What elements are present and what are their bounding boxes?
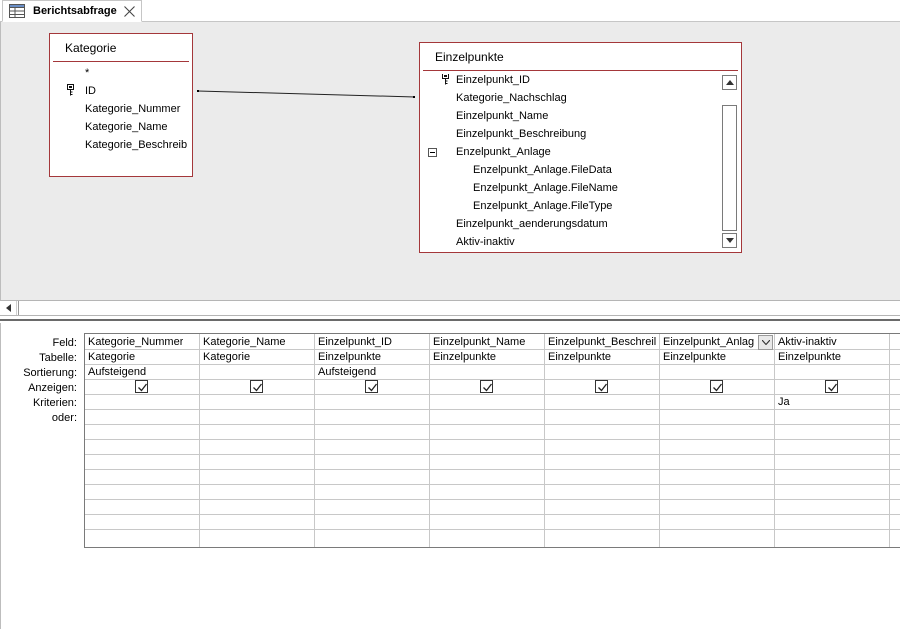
field-id[interactable]: ID xyxy=(85,85,96,97)
checkmark-icon xyxy=(368,383,378,392)
grid-column-4[interactable]: Einzelpunkt_Name Einzelpunkte xyxy=(430,334,545,547)
field-enzelpunkt-anlage[interactable]: Enzelpunkt_Anlage xyxy=(456,146,551,158)
field-list-kategorie[interactable]: Kategorie * ID Kategorie_Nummer Kategori… xyxy=(49,33,193,177)
close-icon[interactable] xyxy=(124,6,135,20)
table-design-pane[interactable]: Kategorie * ID Kategorie_Nummer Kategori… xyxy=(0,22,900,300)
field-list-title[interactable]: Einzelpunkte xyxy=(423,43,738,71)
field-all-columns[interactable]: * xyxy=(85,67,89,79)
grid-column-1[interactable]: Kategorie_Nummer Kategorie Aufsteigend xyxy=(85,334,200,547)
checkmark-icon xyxy=(598,383,608,392)
cell-table[interactable]: Einzelpunkte xyxy=(778,351,841,363)
show-checkbox[interactable] xyxy=(135,380,148,393)
document-tab-bar: Berichtsabfrage xyxy=(0,0,900,22)
query-design-grid-pane: Feld: Tabelle: Sortierung: Anzeigen: Kri… xyxy=(0,323,900,629)
field-kategorie-nachschlag[interactable]: Kategorie_Nachschlag xyxy=(456,92,567,104)
chevron-left-icon xyxy=(6,304,11,312)
field-kategorie-nummer[interactable]: Kategorie_Nummer xyxy=(85,103,180,115)
cell-field[interactable]: Einzelpunkt_ID xyxy=(318,336,392,348)
row-label-sortierung: Sortierung: xyxy=(23,367,77,379)
show-checkbox[interactable] xyxy=(595,380,608,393)
row-label-anzeigen: Anzeigen: xyxy=(28,382,77,394)
key-icon xyxy=(67,84,74,99)
grid-column-5[interactable]: Einzelpunkt_Beschreil Einzelpunkte xyxy=(545,334,660,547)
cell-table[interactable]: Einzelpunkte xyxy=(318,351,381,363)
row-label-oder: oder: xyxy=(51,412,77,424)
field-einzelpunkt-aenderungsdatum[interactable]: Einzelpunkt_aenderungsdatum xyxy=(456,218,608,230)
field-list-einzelpunkte[interactable]: Einzelpunkte Einzelpunkt_ID Kategorie_Na… xyxy=(419,42,742,253)
chevron-up-icon xyxy=(726,80,734,85)
field-einzelpunkt-beschreibung[interactable]: Einzelpunkt_Beschreibung xyxy=(456,128,586,140)
scroll-left-button[interactable] xyxy=(1,301,17,315)
grid-column-3[interactable]: Einzelpunkt_ID Einzelpunkte Aufsteigend xyxy=(315,334,430,547)
cell-table[interactable]: Einzelpunkte xyxy=(433,351,496,363)
scroll-thumb[interactable] xyxy=(722,105,737,231)
show-checkbox[interactable] xyxy=(365,380,378,393)
pane-splitter[interactable] xyxy=(0,316,900,321)
show-checkbox[interactable] xyxy=(825,380,838,393)
cell-table[interactable]: Kategorie xyxy=(88,351,135,363)
show-checkbox[interactable] xyxy=(710,380,723,393)
row-label-kriterien: Kriterien: xyxy=(32,397,77,409)
scroll-track[interactable] xyxy=(18,301,900,315)
field-list-scrollbar[interactable] xyxy=(722,75,739,249)
scroll-down-button[interactable] xyxy=(722,233,737,248)
query-design-grid[interactable]: Kategorie_Nummer Kategorie Aufsteigend K… xyxy=(84,333,900,548)
cell-table[interactable]: Kategorie xyxy=(203,351,250,363)
field-kategorie-beschreibung[interactable]: Kategorie_Beschreib xyxy=(85,139,187,151)
chevron-down-icon xyxy=(726,238,734,243)
checkmark-icon xyxy=(713,383,723,392)
chevron-down-icon xyxy=(762,340,770,345)
cell-field[interactable]: Kategorie_Name xyxy=(203,336,286,348)
field-einzelpunkt-id[interactable]: Einzelpunkt_ID xyxy=(456,74,530,86)
grid-column-empty[interactable] xyxy=(890,334,900,547)
cell-table[interactable]: Einzelpunkte xyxy=(548,351,611,363)
checkmark-icon xyxy=(138,383,148,392)
cell-criteria[interactable]: Ja xyxy=(778,396,790,408)
scroll-up-button[interactable] xyxy=(722,75,737,90)
cell-field[interactable]: Einzelpunkt_Anlag xyxy=(663,336,757,348)
field-anlage-filename[interactable]: Enzelpunkt_Anlage.FileName xyxy=(473,182,618,194)
cell-field[interactable]: Einzelpunkt_Beschreil xyxy=(548,336,659,348)
checkmark-icon xyxy=(828,383,838,392)
checkmark-icon xyxy=(253,383,263,392)
show-checkbox[interactable] xyxy=(250,380,263,393)
field-einzelpunkt-name[interactable]: Einzelpunkt_Name xyxy=(456,110,548,122)
field-list: Einzelpunkt_ID Kategorie_Nachschlag Einz… xyxy=(423,74,723,250)
checkmark-icon xyxy=(483,383,493,392)
row-label-tabelle: Tabelle: xyxy=(39,352,77,364)
field-kategorie-name[interactable]: Kategorie_Name xyxy=(85,121,168,133)
row-label-feld: Feld: xyxy=(52,337,77,349)
cell-table[interactable]: Einzelpunkte xyxy=(663,351,726,363)
cell-field[interactable]: Kategorie_Nummer xyxy=(88,336,183,348)
show-checkbox[interactable] xyxy=(480,380,493,393)
query-datasheet-icon xyxy=(9,4,25,22)
tab-title: Berichtsabfrage xyxy=(33,5,117,17)
field-dropdown-button[interactable] xyxy=(758,335,773,350)
cell-sort[interactable]: Aufsteigend xyxy=(318,366,376,378)
grid-column-7[interactable]: Aktiv-inaktiv Einzelpunkte Ja xyxy=(775,334,890,547)
cell-sort[interactable]: Aufsteigend xyxy=(88,366,146,378)
field-anlage-filedata[interactable]: Enzelpunkt_Anlage.FileData xyxy=(473,164,612,176)
collapse-minus-icon[interactable] xyxy=(428,148,437,157)
field-list-title[interactable]: Kategorie xyxy=(53,34,189,62)
cell-field[interactable]: Einzelpunkt_Name xyxy=(433,336,525,348)
cell-field[interactable]: Aktiv-inaktiv xyxy=(778,336,837,348)
grid-column-2[interactable]: Kategorie_Name Kategorie xyxy=(200,334,315,547)
field-anlage-filetype[interactable]: Enzelpunkt_Anlage.FileType xyxy=(473,200,612,212)
grid-column-6[interactable]: Einzelpunkt_Anlag Einzelpunkte xyxy=(660,334,775,547)
field-aktiv-inaktiv[interactable]: Aktiv-inaktiv xyxy=(456,236,515,248)
tab-berichtsabfrage[interactable]: Berichtsabfrage xyxy=(2,0,142,22)
key-icon xyxy=(442,74,449,88)
design-pane-horizontal-scrollbar[interactable] xyxy=(0,300,900,316)
